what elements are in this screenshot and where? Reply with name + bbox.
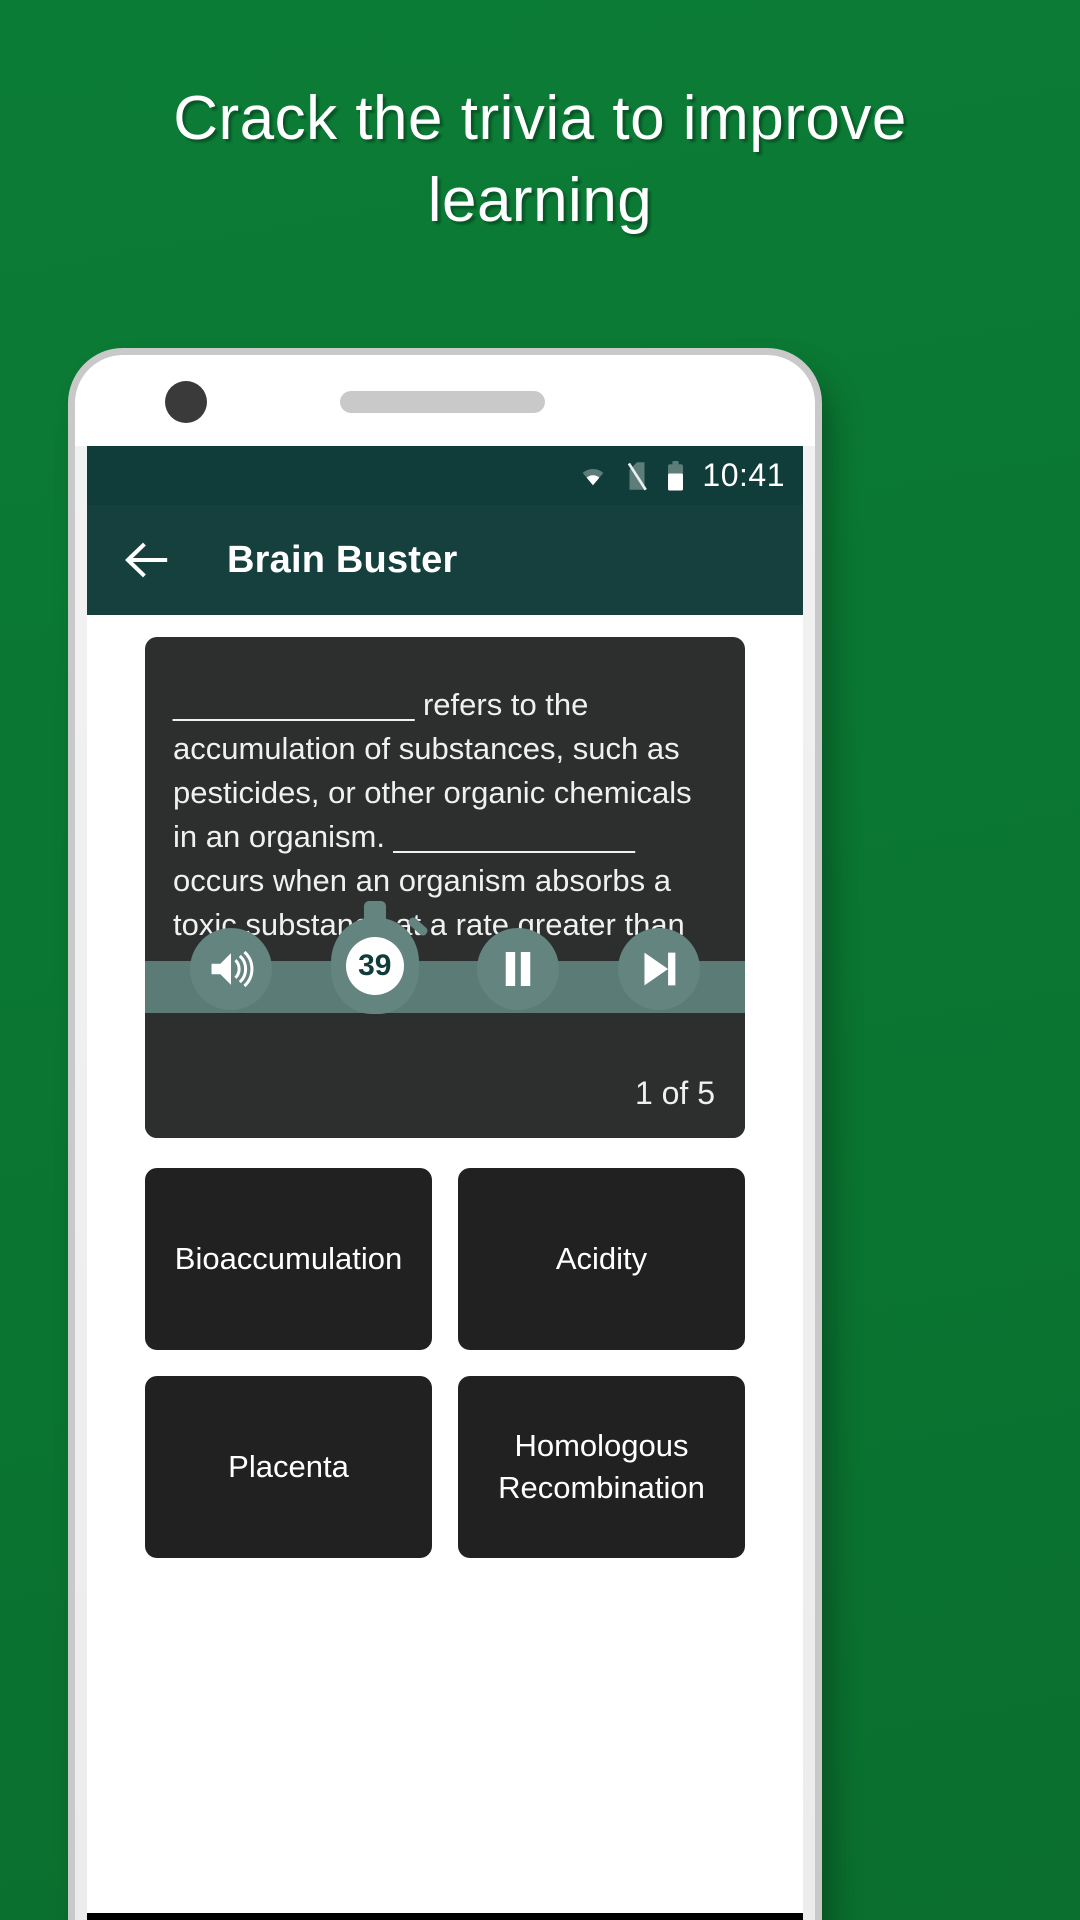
question-card: ______________ refers to the accumulatio… bbox=[145, 637, 745, 1138]
volume-button[interactable] bbox=[190, 928, 273, 1010]
phone-bezel-top bbox=[75, 355, 815, 446]
app-screen: 10:41 Brain Buster ______________ refers… bbox=[87, 446, 803, 1920]
question-counter: 1 of 5 bbox=[634, 1075, 715, 1111]
timer-crown-icon bbox=[363, 901, 386, 921]
status-bar: 10:41 bbox=[87, 446, 803, 505]
phone-mockup: 10:41 Brain Buster ______________ refers… bbox=[75, 355, 815, 1920]
earpiece-speaker bbox=[340, 391, 545, 413]
question-text: ______________ refers to the accumulatio… bbox=[173, 687, 692, 942]
page-title: Brain Buster bbox=[227, 538, 458, 581]
battery-icon bbox=[668, 460, 684, 490]
pause-button[interactable] bbox=[477, 928, 560, 1010]
wifi-icon bbox=[583, 468, 604, 485]
sim-off-icon bbox=[628, 461, 648, 490]
answer-option[interactable]: Bioaccumulation bbox=[145, 1168, 432, 1350]
answer-options: Bioaccumulation Acidity Placenta Homolog… bbox=[145, 1168, 745, 1558]
android-nav-bar bbox=[87, 1913, 803, 1920]
pause-icon bbox=[505, 952, 531, 986]
media-control-shelf: 39 bbox=[145, 899, 745, 1039]
timer-value: 39 bbox=[345, 937, 404, 995]
timer-knob-icon bbox=[406, 915, 429, 938]
skip-next-icon bbox=[644, 952, 676, 986]
front-camera-icon bbox=[165, 381, 207, 423]
timer-button[interactable]: 39 bbox=[330, 901, 429, 1014]
status-time: 10:41 bbox=[702, 457, 785, 493]
app-bar: Brain Buster bbox=[87, 505, 803, 615]
quiz-content: ______________ refers to the accumulatio… bbox=[87, 615, 803, 1558]
promo-screen: Crack the trivia to improve learning 10:… bbox=[0, 0, 1080, 1920]
next-button[interactable] bbox=[617, 928, 700, 1010]
back-arrow-icon[interactable] bbox=[125, 542, 171, 578]
promo-headline: Crack the trivia to improve learning bbox=[173, 84, 907, 235]
answer-option[interactable]: Homologous Recombination bbox=[458, 1376, 745, 1558]
status-icons bbox=[578, 460, 685, 491]
volume-up-icon bbox=[211, 950, 254, 988]
answer-option[interactable]: Acidity bbox=[458, 1168, 745, 1350]
answer-option[interactable]: Placenta bbox=[145, 1376, 432, 1558]
media-buttons: 39 bbox=[145, 899, 745, 1039]
